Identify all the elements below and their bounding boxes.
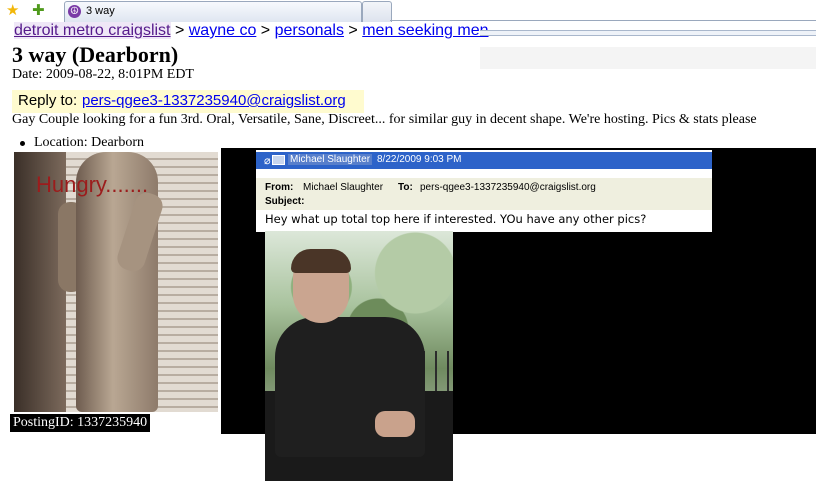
reply-email-link[interactable]: pers-qgee3-1337235940@craigslist.org: [82, 92, 346, 109]
email-panel: ⌀ Michael Slaughter 8/22/2009 9:03 PM Fr…: [256, 150, 712, 232]
browser-tab-active[interactable]: ☮ 3 way: [64, 1, 362, 22]
breadcrumb: detroit metro craigslist > wayne co > pe…: [14, 21, 489, 41]
header-band: [480, 47, 816, 69]
email-photo[interactable]: [265, 231, 453, 481]
breadcrumb-link-personals[interactable]: personals: [275, 22, 344, 39]
post-date: Date: 2009-08-22, 8:01PM EDT: [12, 67, 194, 82]
browser-tab-strip: ★ ✚ ☮ 3 way: [0, 0, 816, 22]
from-label: From:: [265, 182, 294, 193]
breadcrumb-link-wayne-co[interactable]: wayne co: [189, 22, 257, 39]
tab-title: 3 way: [86, 5, 115, 17]
breadcrumb-separator: >: [260, 22, 275, 39]
location-text: Location: Dearborn: [34, 135, 145, 150]
photo-caption: Hungry.......: [36, 172, 149, 197]
to-label: To:: [398, 182, 413, 193]
to-value: pers-qgee3-1337235940@craigslist.org: [420, 182, 596, 193]
bullet-icon: [20, 141, 25, 146]
breadcrumb-separator: >: [174, 22, 189, 39]
photo-person-hands: [375, 411, 415, 437]
star-icon[interactable]: ★: [6, 2, 19, 18]
reply-to-box: Reply to: pers-qgee3-1337235940@craigsli…: [12, 90, 364, 113]
browser-tab-new[interactable]: [362, 1, 392, 22]
header-rule: [480, 30, 816, 36]
reply-to-label: Reply to:: [18, 92, 78, 109]
from-value: Michael Slaughter: [303, 182, 384, 193]
email-message: Hey what up total top here if interested…: [265, 212, 647, 226]
email-date: 8/22/2009 9:03 PM: [377, 154, 462, 165]
location-item: Location: Dearborn: [20, 135, 145, 151]
email-meta: From: Michael Slaughter To: pers-qgee3-1…: [256, 178, 712, 210]
peace-icon: ☮: [68, 5, 81, 18]
breadcrumb-separator: >: [348, 22, 363, 39]
add-bookmark-icon[interactable]: ✚: [32, 2, 45, 18]
post-title: 3 way (Dearborn): [12, 42, 179, 67]
breadcrumb-link-detroit[interactable]: detroit metro craigslist: [14, 22, 171, 39]
post-body: Gay Couple looking for a fun 3rd. Oral, …: [12, 112, 757, 127]
envelope-icon: [272, 155, 285, 165]
email-header-bar[interactable]: ⌀ Michael Slaughter 8/22/2009 9:03 PM: [256, 152, 712, 169]
email-sender: Michael Slaughter: [288, 154, 373, 165]
subject-label: Subject:: [265, 196, 305, 207]
attachment-icon: ⌀: [264, 154, 271, 167]
posting-id: PostingID: 1337235940: [10, 414, 151, 432]
breadcrumb-link-men-seeking-men[interactable]: men seeking men: [362, 22, 488, 39]
photo-person-hair: [291, 249, 351, 273]
post-photo[interactable]: Hungry.......: [14, 152, 218, 412]
